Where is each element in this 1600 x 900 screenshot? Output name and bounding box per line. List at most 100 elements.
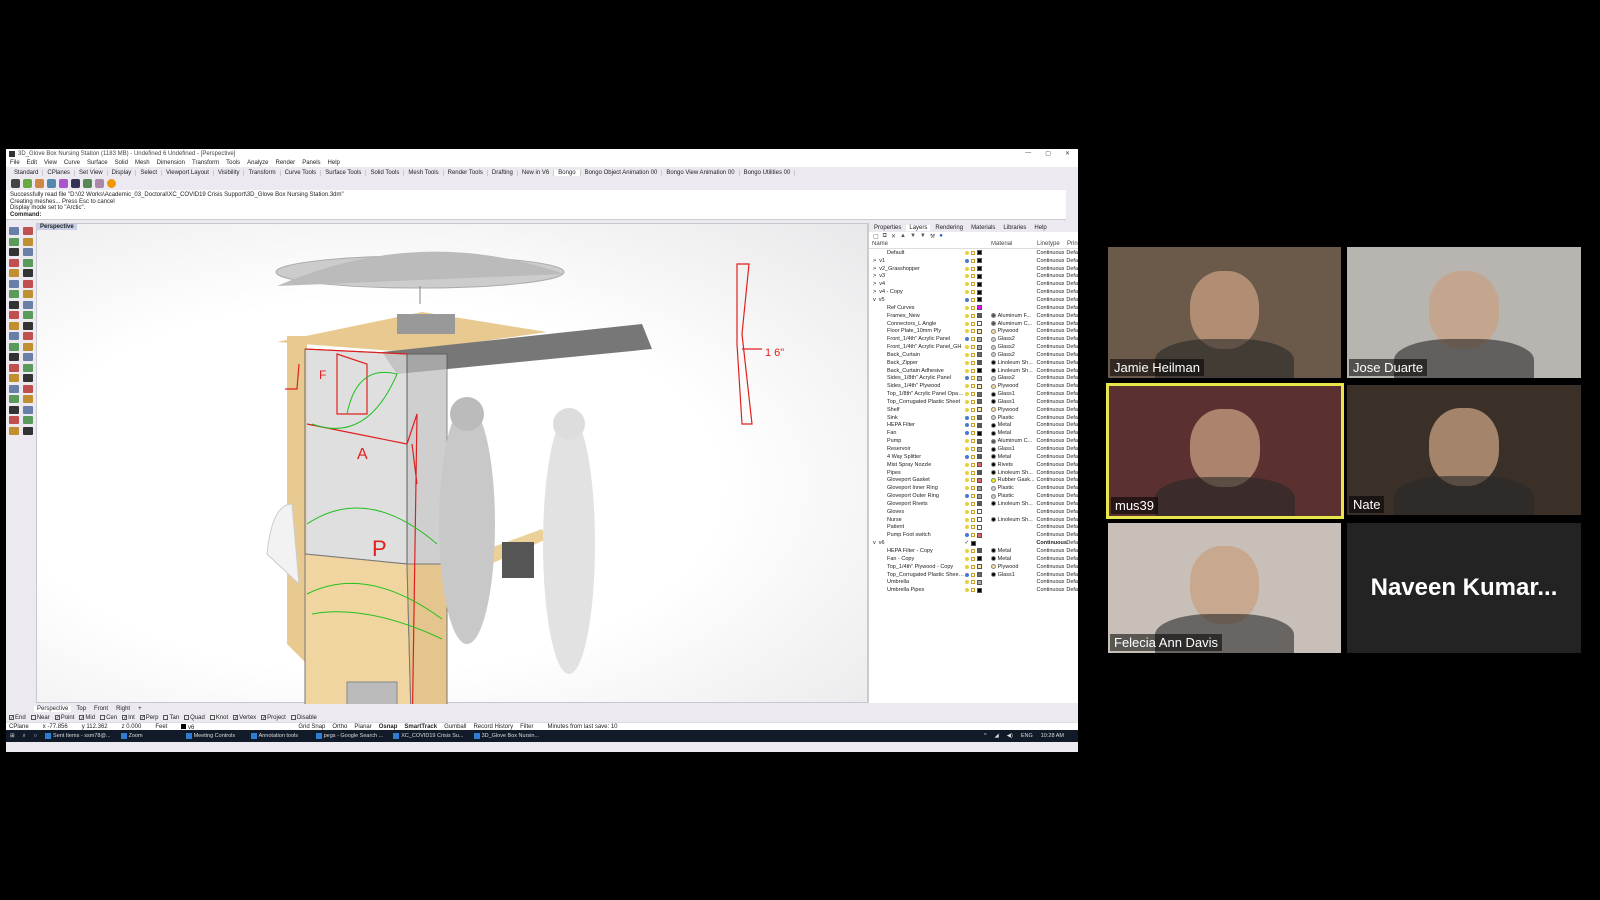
layer-print[interactable]: Defa <box>1066 509 1078 515</box>
layer-name[interactable]: Top_Corrugated Plastic Sheet <box>869 399 965 405</box>
layer-color-swatch[interactable] <box>976 501 982 507</box>
layer-linetype[interactable]: Continuous <box>1036 422 1066 428</box>
tool-icon[interactable] <box>23 363 33 372</box>
layer-color-swatch[interactable] <box>976 305 982 311</box>
layer-row[interactable]: > v1 Continuous Defa <box>869 257 1078 265</box>
expand-toggle[interactable]: > <box>873 289 876 295</box>
lock-icon[interactable] <box>970 572 975 577</box>
layer-color-swatch[interactable] <box>976 266 982 272</box>
lock-icon[interactable] <box>970 392 975 397</box>
layer-row[interactable]: > v2_Grasshopper Continuous Defa <box>869 265 1078 273</box>
visibility-bulb-icon[interactable] <box>964 564 969 569</box>
layer-name[interactable]: Gloveport Gasket <box>869 477 965 483</box>
visibility-bulb-icon[interactable] <box>964 525 969 530</box>
layer-name[interactable]: Pipes <box>869 470 965 476</box>
panel-tab-rendering[interactable]: Rendering <box>932 225 966 231</box>
tray-chevron-icon[interactable]: ^ <box>984 733 987 739</box>
layer-linetype[interactable]: Continuous <box>1036 509 1066 515</box>
layer-row[interactable]: Sides_1/4th" Plywood Plywood Continuous Def… <box>869 382 1078 390</box>
layer-color-swatch[interactable] <box>971 540 977 546</box>
layer-linetype[interactable]: Continuous <box>1036 281 1066 287</box>
layer-color-swatch[interactable] <box>976 509 982 515</box>
minimize-button[interactable]: — <box>1025 150 1031 157</box>
tool-icon[interactable] <box>23 321 33 330</box>
layer-name[interactable]: HEPA Filter <box>869 422 965 428</box>
visibility-bulb-icon[interactable] <box>964 462 969 467</box>
layer-color-swatch[interactable] <box>976 524 982 530</box>
layer-color-swatch[interactable] <box>976 313 982 319</box>
layer-row[interactable]: > v4 Continuous Defa <box>869 280 1078 288</box>
lock-icon[interactable] <box>970 478 975 483</box>
layer-material[interactable]: Plastic <box>990 485 1037 491</box>
layer-linetype[interactable]: Continuous <box>1036 336 1066 342</box>
layer-row[interactable]: HEPA Filter - Copy Metal Continuous Defa <box>869 547 1078 555</box>
layer-material[interactable]: Linoleum Sh... <box>990 470 1037 476</box>
layer-linetype[interactable]: Continuous <box>1036 470 1066 476</box>
visibility-bulb-icon[interactable] <box>964 415 969 420</box>
windows-start-icon[interactable]: ⊞ <box>10 733 15 739</box>
expand-toggle[interactable]: > <box>873 273 876 279</box>
lock-icon[interactable] <box>970 486 975 491</box>
layer-name[interactable]: Connectors_L Angle <box>869 321 965 327</box>
layer-row[interactable]: Default Continuous Defa <box>869 249 1078 257</box>
taskbar-app[interactable]: Annotation tools <box>250 733 306 739</box>
visibility-bulb-icon[interactable] <box>964 337 969 342</box>
visibility-bulb-icon[interactable] <box>964 548 969 553</box>
layer-row[interactable]: Ref Curves Continuous Defa <box>869 304 1078 312</box>
layer-print[interactable]: Defa <box>1066 383 1078 389</box>
taskbar-app[interactable]: 3D_Glove Box Nursin... <box>473 733 539 739</box>
layer-print[interactable]: Defa <box>1066 281 1078 287</box>
toolbar-tab[interactable]: Set View <box>75 169 108 176</box>
lock-icon[interactable] <box>970 556 975 561</box>
checkbox[interactable] <box>184 715 190 720</box>
tool-icon[interactable] <box>9 300 19 309</box>
layer-print[interactable]: Defa <box>1066 258 1078 264</box>
layer-color-swatch[interactable] <box>976 297 982 303</box>
layer-linetype[interactable]: Continuous <box>1036 391 1066 397</box>
layer-material[interactable]: Rivets <box>990 462 1037 468</box>
layer-name[interactable]: > v1 <box>869 258 965 264</box>
layer-linetype[interactable]: Continuous <box>1036 399 1066 405</box>
layer-name[interactable]: Pump <box>869 438 965 444</box>
layer-row[interactable]: v v5 Continuous Defa <box>869 296 1078 304</box>
layer-row[interactable]: Front_1/4th" Acrylic Panel Glass2 Continuo… <box>869 335 1078 343</box>
tool-icon[interactable] <box>9 321 19 330</box>
layer-linetype[interactable]: Continuous <box>1036 548 1066 554</box>
layer-linetype[interactable]: Continuous <box>1036 407 1066 413</box>
layer-row[interactable]: Mist Spray Nozzle Rivets Continuous Defa <box>869 461 1078 469</box>
search-icon[interactable]: ⌕ <box>23 733 26 740</box>
layer-material[interactable]: Aluminum F... <box>990 313 1037 319</box>
visibility-bulb-icon[interactable] <box>964 517 969 522</box>
layer-color-swatch[interactable] <box>976 352 982 358</box>
layer-material[interactable]: Metal <box>990 454 1037 460</box>
layer-print[interactable]: Defa <box>1066 305 1078 311</box>
layer-print[interactable]: Defa <box>1066 493 1078 499</box>
delete-icon[interactable]: ✕ <box>891 233 896 240</box>
layer-name[interactable]: Fan <box>869 430 965 436</box>
menu-analyze[interactable]: Analyze <box>247 160 268 166</box>
visibility-bulb-icon[interactable] <box>964 290 969 295</box>
layer-linetype[interactable]: Continuous <box>1036 532 1066 538</box>
checkbox[interactable]: ✓ <box>139 715 145 721</box>
layer-name[interactable]: Top_1/4th" Plywood - Copy <box>869 564 965 570</box>
layer-print[interactable]: Defa <box>1066 391 1078 397</box>
lock-icon[interactable] <box>970 266 975 271</box>
layer-color-swatch[interactable] <box>976 438 982 444</box>
visibility-bulb-icon[interactable] <box>964 321 969 326</box>
layer-linetype[interactable]: Continuous <box>1036 477 1066 483</box>
copy-layer-icon[interactable]: ⧉ <box>883 233 887 240</box>
taskbar-app[interactable]: pegs - Google Search ... <box>315 733 383 739</box>
layer-linetype[interactable]: Continuous <box>1036 375 1066 381</box>
layer-print[interactable]: Defa <box>1066 289 1078 295</box>
command-prompt[interactable]: Command: <box>10 212 1062 219</box>
tool-icon[interactable] <box>23 353 33 361</box>
layer-linetype[interactable]: Continuous <box>1036 454 1066 460</box>
osnap-cen[interactable]: Cen <box>100 715 117 721</box>
layer-linetype[interactable]: Continuous <box>1036 289 1066 295</box>
layer-name[interactable]: Frames_New <box>869 313 965 319</box>
tool-icon[interactable] <box>9 363 19 372</box>
toolbar-tab[interactable]: New in V6 <box>518 169 555 176</box>
layer-material[interactable]: Metal <box>990 430 1037 436</box>
taskbar-app[interactable]: Zoom <box>120 733 176 739</box>
layer-row[interactable]: Top_Corrugated Plastic Sheet Glass1 Contin… <box>869 398 1078 406</box>
